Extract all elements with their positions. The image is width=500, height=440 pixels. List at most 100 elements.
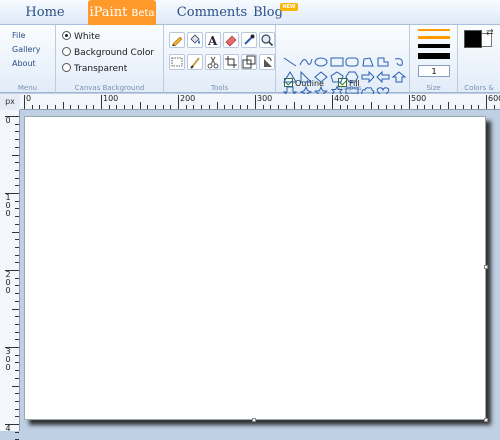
pentagon-shape[interactable] <box>329 71 344 83</box>
top-navigation: Home iPaint Beta Comments Blog NEW <box>0 0 500 25</box>
eraser-icon <box>225 35 237 47</box>
arc-shape[interactable] <box>392 56 406 68</box>
rounded-rect-shape[interactable] <box>345 56 359 68</box>
line-size-1[interactable] <box>418 29 450 31</box>
ruler-label: 500 <box>411 94 427 103</box>
text-tool[interactable]: A <box>205 32 221 48</box>
line-shape[interactable] <box>283 56 297 68</box>
size-input[interactable]: 1 <box>418 65 450 77</box>
hexagon-shape[interactable] <box>345 71 359 83</box>
zoom-tool[interactable] <box>259 32 275 48</box>
line-size-4[interactable] <box>418 53 450 59</box>
drawing-canvas[interactable] <box>24 116 488 422</box>
arrow-left-icon <box>376 71 390 83</box>
ruler-tick <box>15 216 19 218</box>
ruler-tick <box>285 105 287 109</box>
ruler-tick <box>447 102 449 109</box>
polygon-shape[interactable] <box>361 56 375 68</box>
tab-home[interactable]: Home <box>10 0 80 25</box>
menu-about[interactable]: About <box>12 59 36 68</box>
line-size-3[interactable] <box>418 44 450 48</box>
crop-tool[interactable] <box>223 54 239 70</box>
cut-tool[interactable] <box>205 54 221 70</box>
tab-comments[interactable]: Comments <box>164 0 260 25</box>
ruler-tick <box>54 105 56 109</box>
ruler-tick <box>301 105 303 109</box>
bg-white-label: White <box>74 32 101 42</box>
vertical-ruler: 0 1 0 0 2 0 0 3 0 0 4 <box>0 110 20 440</box>
ruler-tick <box>15 131 19 133</box>
bg-color-label: Background Color <box>74 48 155 58</box>
ruler-unit: px <box>0 94 20 110</box>
ruler-tick <box>15 146 19 148</box>
primary-color-swatch[interactable] <box>464 30 482 48</box>
ruler-tick <box>378 105 380 109</box>
ruler-tick <box>316 105 318 109</box>
triangle-shape[interactable] <box>283 71 297 83</box>
brush-icon <box>190 57 200 69</box>
freeform-shape[interactable] <box>376 56 390 68</box>
ruler-label: 4 <box>5 424 11 433</box>
arrow-up-icon <box>391 71 406 83</box>
canvas-resize-handle-right[interactable] <box>484 265 488 269</box>
pentagon-icon <box>329 71 344 83</box>
curve-shape[interactable] <box>299 56 313 68</box>
paint-bucket-icon <box>190 34 200 44</box>
select-tool[interactable] <box>169 54 185 70</box>
ruler-tick <box>62 102 64 109</box>
eraser-tool[interactable] <box>223 32 239 48</box>
ruler-tick <box>47 105 49 109</box>
ruler-tick <box>308 105 310 109</box>
line-icon <box>283 57 297 67</box>
ruler-tick <box>39 105 41 109</box>
resize-icon <box>242 55 256 69</box>
rotate-tool[interactable] <box>259 54 275 70</box>
ruler-tick <box>424 105 426 109</box>
ruler-tick <box>12 154 19 156</box>
ruler-tick <box>15 370 19 372</box>
ruler-tick <box>370 102 372 109</box>
ruler-tick <box>15 177 19 179</box>
diamond-shape[interactable] <box>314 71 328 83</box>
swap-colors-icon[interactable]: ⇄ <box>486 28 494 38</box>
ruler-tick <box>15 239 19 241</box>
ruler-label: 0 <box>5 116 11 125</box>
ruler-label: 0 <box>26 94 32 103</box>
resize-tool[interactable] <box>241 54 257 70</box>
ruler-label: 200 <box>180 94 196 103</box>
ruler-label: 100 <box>103 94 119 103</box>
arrow-up-shape[interactable] <box>391 71 406 83</box>
tools-group-label: Tools <box>210 84 229 92</box>
right-triangle-shape[interactable] <box>299 71 313 83</box>
ruler-label: 1 0 0 <box>5 193 11 218</box>
ruler-tick <box>478 105 480 109</box>
bg-white-option[interactable]: White <box>62 31 100 42</box>
horizontal-ruler: 0 100 200 300 400 500 600 <box>20 94 500 110</box>
ruler-tick <box>31 105 33 109</box>
menu-group: File Gallery About Menu <box>0 25 56 93</box>
ellipse-icon <box>314 57 328 67</box>
menu-group-label: Menu <box>17 84 38 92</box>
ruler-tick <box>216 102 218 109</box>
ruler-tick <box>262 105 264 109</box>
ruler-tick <box>347 105 349 109</box>
tab-ipaint[interactable]: iPaint Beta <box>88 0 156 25</box>
menu-gallery[interactable]: Gallery <box>12 45 41 54</box>
bg-transparent-option[interactable]: Transparent <box>62 63 127 74</box>
pencil-tool[interactable] <box>169 32 185 48</box>
arrow-right-shape[interactable] <box>361 71 375 83</box>
ruler-tick <box>15 169 19 171</box>
menu-file[interactable]: File <box>12 31 25 40</box>
arrow-left-shape[interactable] <box>376 71 390 83</box>
line-size-2[interactable] <box>418 36 450 39</box>
rectangle-shape[interactable] <box>330 56 344 68</box>
ellipse-shape[interactable] <box>314 56 328 68</box>
brush-tool[interactable] <box>187 54 203 70</box>
canvas-resize-handle-corner[interactable] <box>484 418 488 422</box>
eyedropper-tool[interactable] <box>241 32 257 48</box>
canvas-resize-handle-bottom[interactable] <box>252 418 256 422</box>
ruler-tick <box>12 231 19 233</box>
tab-home-label: Home <box>25 5 65 20</box>
fill-tool[interactable] <box>187 32 203 48</box>
bg-color-option[interactable]: Background Color <box>62 47 154 58</box>
